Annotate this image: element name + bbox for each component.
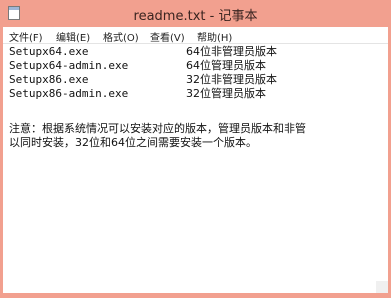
title-bar[interactable]: readme.txt - 记事本	[0, 0, 391, 26]
file-name: Setupx86-admin.exe	[9, 87, 129, 100]
file-name: Setupx64.exe	[9, 45, 89, 58]
text-line: Setupx64.exe 64位非管理员版本	[9, 45, 277, 59]
file-description: 64位管理员版本	[186, 59, 266, 72]
menu-bar: 文件(F) 编辑(E) 格式(O) 查看(V) 帮助(H)	[3, 27, 388, 44]
menu-file[interactable]: 文件(F)	[9, 29, 43, 44]
text-editor[interactable]: Setupx64.exe 64位非管理员版本 Setupx64-admin.ex…	[3, 44, 388, 293]
file-name: Setupx64-admin.exe	[9, 59, 129, 72]
file-description: 32位管理员版本	[186, 87, 266, 100]
menu-format[interactable]: 格式(O)	[103, 29, 139, 44]
text-line: Setupx86-admin.exe 32位管理员版本	[9, 87, 266, 101]
window-title: readme.txt - 记事本	[133, 9, 258, 24]
menu-help[interactable]: 帮助(H)	[197, 29, 232, 44]
file-description: 32位非管理员版本	[186, 73, 277, 86]
note-line-2: 以同时安装，32位和64位之间需要安装一个版本。	[9, 136, 257, 149]
menu-view[interactable]: 查看(V)	[150, 29, 185, 44]
note-line-1: 注意：根据系统情况可以安装对应的版本，管理员版本和非管	[9, 122, 306, 135]
scroll-corner	[376, 281, 388, 293]
notepad-window: readme.txt - 记事本 文件(F) 编辑(E) 格式(O) 查看(V)…	[0, 0, 391, 298]
text-line: Setupx64-admin.exe 64位管理员版本	[9, 59, 266, 73]
text-line: Setupx86.exe 32位非管理员版本	[9, 73, 277, 87]
menu-edit[interactable]: 编辑(E)	[56, 29, 90, 44]
file-name: Setupx86.exe	[9, 73, 89, 86]
file-description: 64位非管理员版本	[186, 45, 277, 58]
